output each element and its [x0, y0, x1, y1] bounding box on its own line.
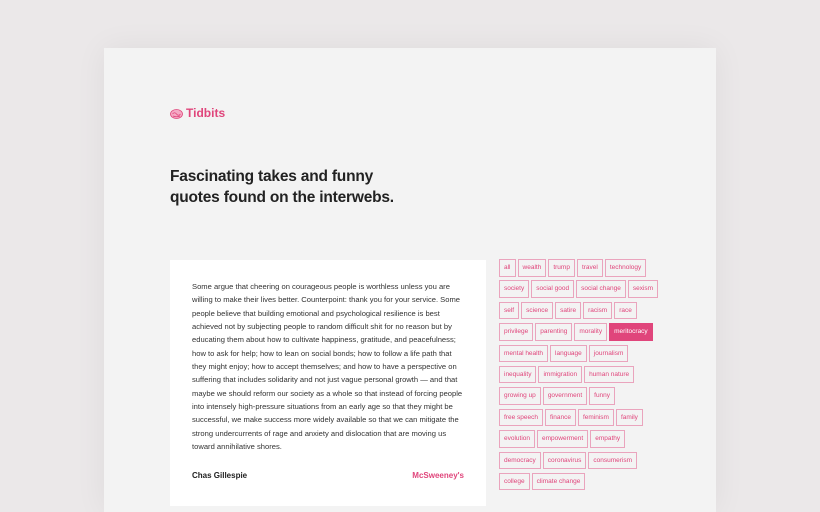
tag-democracy[interactable]: democracy	[499, 451, 541, 470]
tag-free-speech[interactable]: free speech	[499, 408, 543, 427]
tag-parenting[interactable]: parenting	[535, 323, 573, 341]
quote-source-link[interactable]: McSweeney's	[412, 471, 464, 480]
tag-immigration[interactable]: immigration	[538, 365, 583, 384]
tag-satire[interactable]: satire	[555, 301, 582, 320]
tag-sexism[interactable]: sexism	[627, 280, 659, 298]
tag-funny[interactable]: funny	[589, 387, 616, 405]
tag-human-nature[interactable]: human nature	[584, 365, 635, 384]
tag-empathy[interactable]: empathy	[590, 430, 626, 448]
tag-all[interactable]: all	[499, 259, 516, 277]
tag-racism[interactable]: racism	[583, 301, 613, 320]
tag-climate-change[interactable]: climate change	[531, 472, 586, 491]
quote-card: Some argue that cheering on courageous p…	[170, 260, 486, 506]
title-line-2: quotes found on the interwebs.	[170, 189, 394, 206]
quote-author: Chas Gillespie	[192, 471, 248, 480]
tag-wealth[interactable]: wealth	[517, 259, 547, 277]
tag-growing-up[interactable]: growing up	[499, 387, 541, 405]
tag-evolution[interactable]: evolution	[499, 430, 536, 448]
tag-government[interactable]: government	[542, 387, 588, 405]
tag-social-change[interactable]: social change	[576, 280, 626, 298]
tag-feminism[interactable]: feminism	[577, 408, 614, 427]
tag-college[interactable]: college	[499, 472, 530, 491]
tag-empowerment[interactable]: empowerment	[537, 430, 589, 448]
tag-finance[interactable]: finance	[544, 408, 576, 427]
tag-list: all wealth trump travel technology society soc…	[499, 259, 659, 494]
tag-self[interactable]: self	[499, 301, 520, 320]
tag-inequality[interactable]: inequality	[499, 365, 537, 384]
tag-mental-health[interactable]: mental health	[499, 344, 549, 363]
tag-family[interactable]: family	[615, 408, 643, 427]
tag-coronavirus[interactable]: coronavirus	[542, 451, 587, 470]
tag-travel[interactable]: travel	[576, 259, 603, 277]
tag-consumerism[interactable]: consumerism	[588, 451, 638, 470]
title-line-1: Fascinating takes and funny	[170, 168, 374, 185]
tag-trump[interactable]: trump	[548, 259, 575, 277]
tag-meritocracy[interactable]: meritocracy	[609, 323, 653, 341]
tag-social-good[interactable]: social good	[531, 280, 575, 298]
brand-logo[interactable]: Tidbits	[170, 106, 225, 120]
tag-technology[interactable]: technology	[604, 259, 647, 277]
brain-icon	[170, 108, 183, 119]
page-container: Tidbits Fascinating takes and funny quot…	[104, 48, 716, 512]
brand-name: Tidbits	[186, 106, 226, 120]
page-title: Fascinating takes and funny quotes found…	[170, 166, 430, 208]
tag-race[interactable]: race	[614, 301, 637, 320]
tag-society[interactable]: society	[499, 280, 530, 298]
quote-text: Some argue that cheering on courageous p…	[192, 282, 463, 452]
tag-language[interactable]: language	[550, 344, 587, 363]
tag-science[interactable]: science	[521, 301, 554, 320]
tag-privilege[interactable]: privilege	[499, 323, 534, 341]
tag-journalism[interactable]: journalism	[588, 344, 629, 363]
tag-morality[interactable]: morality	[574, 323, 608, 341]
